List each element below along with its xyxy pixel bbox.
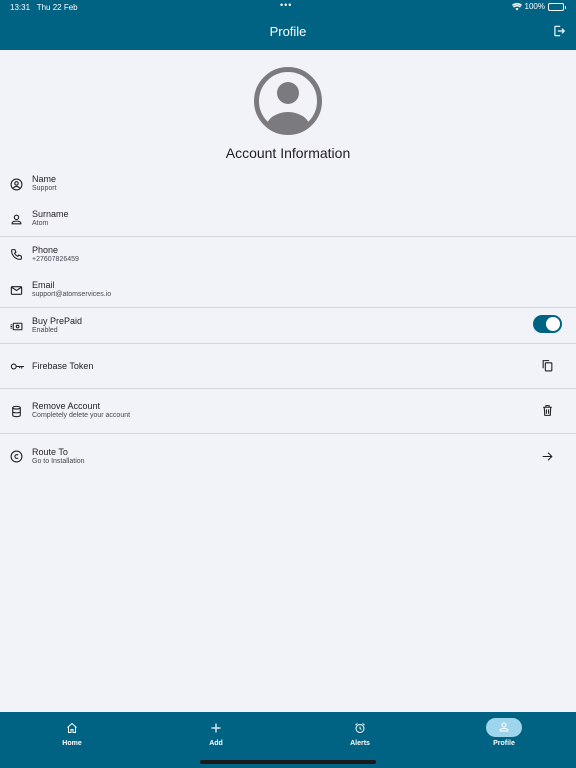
buy-prepaid-label: Buy PrePaid: [32, 316, 83, 326]
firebase-token-label: Firebase Token: [32, 361, 94, 371]
nav-home-label: Home: [62, 740, 82, 747]
battery-percent: 100%: [524, 2, 545, 11]
divider: [0, 307, 576, 308]
divider: [0, 388, 576, 389]
surname-row: Surname Atom: [0, 205, 576, 233]
remove-account-label: Remove Account: [32, 401, 101, 411]
account-circle-icon: [254, 67, 322, 135]
toggle-knob: [546, 317, 560, 331]
add-icon: [211, 723, 221, 733]
phone-row: Phone +27607826459: [0, 241, 576, 269]
nav-add-label: Add: [209, 740, 223, 747]
status-time: 13:31 Thu 22 Feb: [10, 3, 78, 12]
name-value: Support: [32, 185, 57, 192]
divider: [0, 433, 576, 434]
copyright-icon: [10, 450, 23, 463]
route-to-row[interactable]: Route To Go to Installation: [0, 443, 576, 471]
nav-alerts-label: Alerts: [350, 740, 370, 747]
divider: [0, 236, 576, 237]
home-indicator[interactable]: [200, 760, 376, 764]
phone-icon: [11, 249, 22, 260]
money-icon: [10, 322, 23, 331]
route-to-value: Go to Installation: [32, 458, 85, 465]
buy-prepaid-value: Enabled: [32, 327, 58, 334]
email-icon: [10, 286, 23, 295]
route-to-label: Route To: [32, 447, 68, 457]
key-icon: [10, 363, 24, 370]
alarm-icon: [355, 723, 365, 733]
email-row: Email support@atomservices.io: [0, 276, 576, 304]
home-icon: [67, 722, 77, 733]
avatar: [253, 66, 323, 136]
person-icon: [499, 722, 509, 732]
phone-label: Phone: [32, 245, 59, 255]
person-icon: [11, 214, 22, 225]
arrow-forward-icon[interactable]: [541, 450, 554, 463]
page-title: Profile: [269, 24, 307, 39]
account-information-title: Account Information: [225, 145, 351, 161]
delete-icon[interactable]: [541, 404, 554, 417]
nav-profile[interactable]: Profile: [464, 712, 544, 768]
email-value: support@atomservices.io: [32, 291, 112, 298]
remove-account-row[interactable]: Remove Account Completely delete your ac…: [0, 398, 576, 426]
account-circle-icon: [10, 178, 23, 191]
nav-home[interactable]: Home: [32, 712, 112, 768]
divider: [0, 343, 576, 344]
status-indicators: 100%: [511, 2, 566, 11]
remove-account-value: Completely delete your account: [32, 412, 131, 419]
database-icon: [12, 405, 21, 418]
logout-icon[interactable]: [552, 24, 566, 38]
battery-icon: [548, 2, 566, 11]
nav-profile-label: Profile: [493, 740, 515, 747]
surname-value: Atom: [32, 220, 49, 227]
buy-prepaid-toggle[interactable]: [533, 315, 562, 333]
surname-label: Surname: [32, 209, 69, 219]
buy-prepaid-row: Buy PrePaid Enabled: [0, 312, 576, 340]
multitask-dots[interactable]: •••: [280, 0, 292, 10]
name-row: Name Support: [0, 170, 576, 198]
wifi-icon: [511, 2, 522, 10]
email-label: Email: [32, 280, 55, 290]
firebase-token-row[interactable]: Firebase Token: [0, 352, 576, 380]
copy-icon[interactable]: [541, 359, 554, 372]
top-app-bar: 13:31 Thu 22 Feb ••• 100% Profile: [0, 0, 576, 50]
name-label: Name: [32, 174, 57, 184]
phone-value: +27607826459: [32, 256, 79, 263]
